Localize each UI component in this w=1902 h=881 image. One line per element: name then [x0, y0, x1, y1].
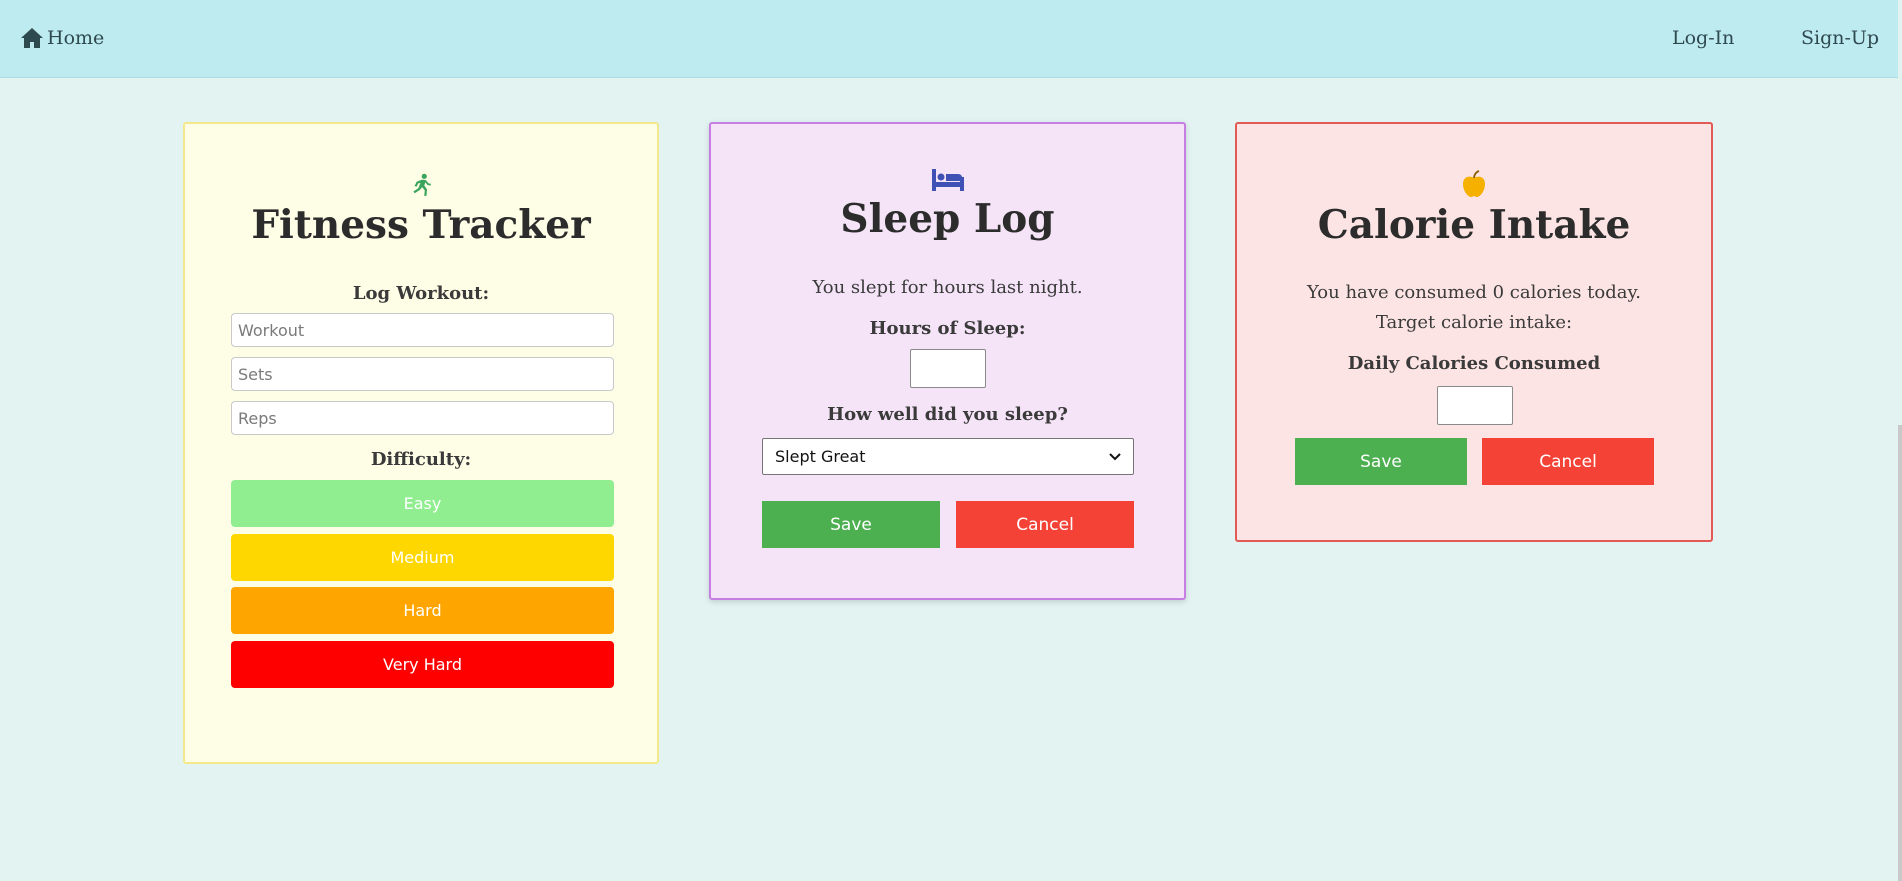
sleep-title: Sleep Log — [840, 196, 1055, 242]
log-workout-label: Log Workout: — [352, 283, 490, 304]
calorie-intake-card: Calorie Intake You have consumed 0 calor… — [1235, 122, 1713, 542]
running-person-icon — [413, 173, 431, 196]
fitness-tracker-card: Fitness Tracker Log Workout: Difficulty:… — [183, 122, 659, 764]
hours-of-sleep-label: Hours of Sleep: — [869, 318, 1026, 339]
sleep-log-card: Sleep Log You slept for hours last night… — [709, 122, 1186, 600]
sleep-summary: You slept for hours last night. — [812, 277, 1083, 298]
scrollbar-thumb[interactable] — [1898, 425, 1902, 881]
sleep-quality-select[interactable]: Slept Great — [762, 438, 1134, 475]
home-link[interactable]: Home — [20, 27, 104, 49]
apple-icon — [1463, 170, 1485, 197]
target-calorie-text: Target calorie intake: — [1375, 312, 1573, 333]
sleep-save-button[interactable]: Save — [762, 501, 940, 548]
home-icon — [21, 28, 43, 48]
home-label: Home — [47, 27, 105, 49]
page-scrollbar[interactable] — [1898, 0, 1902, 881]
workout-input[interactable] — [231, 313, 614, 347]
daily-calories-label: Daily Calories Consumed — [1347, 353, 1601, 374]
calorie-title: Calorie Intake — [1317, 202, 1631, 248]
bed-icon — [931, 169, 964, 191]
difficulty-medium-button[interactable]: Medium — [231, 534, 614, 581]
signup-link[interactable]: Sign-Up — [1801, 27, 1879, 49]
sets-input[interactable] — [231, 357, 614, 391]
chevron-down-icon — [1109, 452, 1121, 460]
difficulty-easy-button[interactable]: Easy — [231, 480, 614, 527]
calorie-save-button[interactable]: Save — [1295, 438, 1467, 485]
login-link[interactable]: Log-In — [1672, 27, 1734, 49]
sleep-quality-label: How well did you sleep? — [827, 404, 1068, 425]
fitness-title: Fitness Tracker — [251, 202, 591, 248]
difficulty-hard-button[interactable]: Hard — [231, 587, 614, 634]
top-navbar: Home Log-In Sign-Up — [0, 0, 1898, 78]
sleep-cancel-button[interactable]: Cancel — [956, 501, 1134, 548]
hours-of-sleep-input[interactable] — [910, 349, 986, 388]
calorie-cancel-button[interactable]: Cancel — [1482, 438, 1654, 485]
difficulty-very-hard-button[interactable]: Very Hard — [231, 641, 614, 688]
daily-calories-input[interactable] — [1437, 386, 1513, 425]
sleep-quality-value: Slept Great — [775, 447, 866, 466]
calories-consumed-text: You have consumed 0 calories today. — [1306, 282, 1642, 303]
reps-input[interactable] — [231, 401, 614, 435]
difficulty-label: Difficulty: — [370, 449, 472, 470]
